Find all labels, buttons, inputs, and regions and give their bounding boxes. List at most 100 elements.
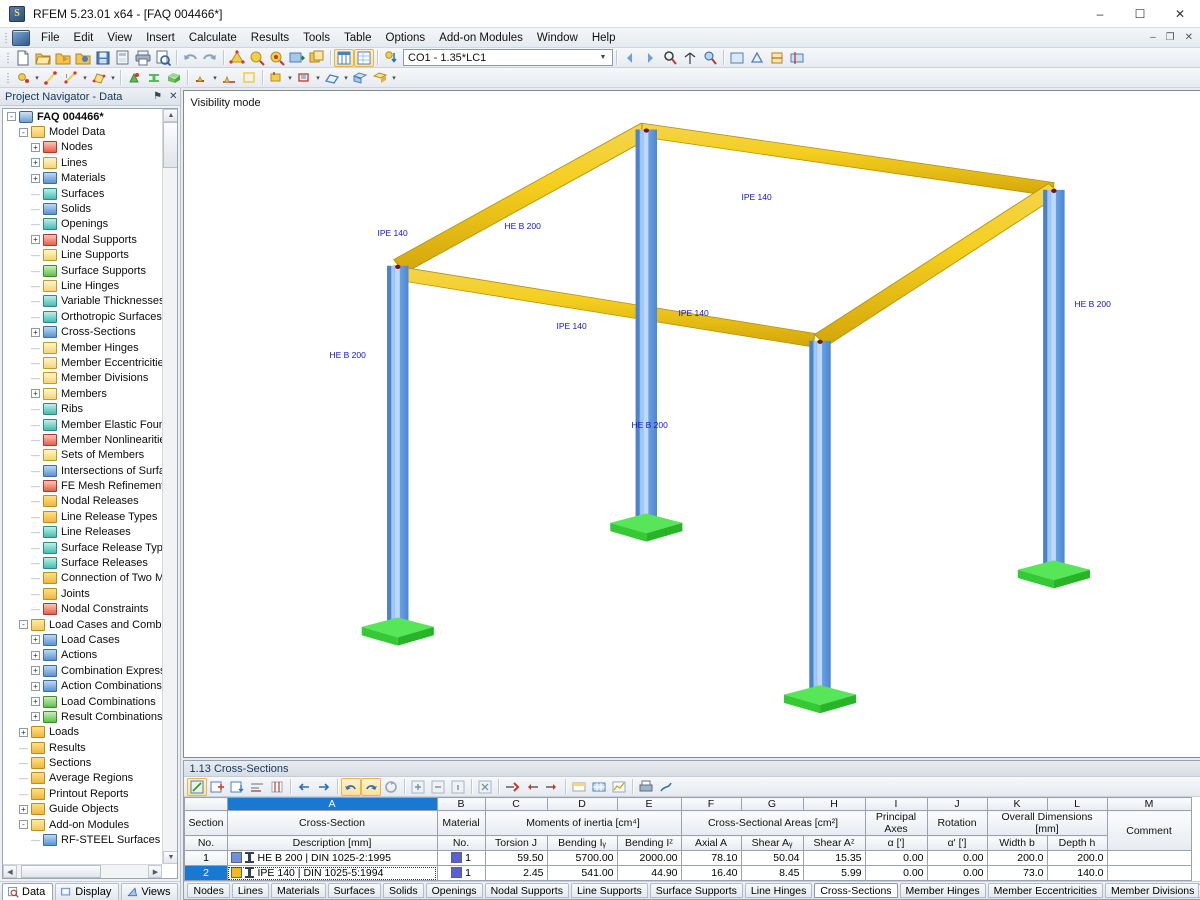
previous-case-icon[interactable] <box>620 49 640 67</box>
tree-item-printout-reports[interactable]: — Printout Reports <box>3 786 162 801</box>
scroll-down-icon[interactable]: ▼ <box>163 851 178 864</box>
tree-item-materials[interactable]: + Materials <box>3 171 162 186</box>
section-icon[interactable] <box>767 49 787 67</box>
column-header-L[interactable]: L <box>1046 797 1108 811</box>
cross-section-icon[interactable] <box>144 69 164 87</box>
cell-description[interactable]: IPE 140 | DIN 1025-5:1994 <box>226 865 438 881</box>
tree-item-surface-supports[interactable]: — Surface Supports <box>3 263 162 278</box>
render-model-icon[interactable] <box>227 49 247 67</box>
sort-icon[interactable] <box>247 778 267 796</box>
column-header-I[interactable]: I <box>864 797 928 811</box>
cell-comment[interactable] <box>1106 865 1192 881</box>
menu-insert[interactable]: Insert <box>139 30 182 46</box>
chevron-down-icon[interactable]: ▾ <box>286 69 294 87</box>
menu-tools[interactable]: Tools <box>296 30 337 46</box>
column-header-H[interactable]: H <box>802 797 866 811</box>
navigator-tree[interactable]: - FAQ 004466* - Model Data + Nodes + Lines + Mate… <box>2 108 179 879</box>
cross-sections-grid[interactable]: A B C D E F G H I J K L M Section Cross-Section Materia… <box>184 797 1200 881</box>
open-file-icon[interactable] <box>33 49 53 67</box>
cell-depth-h[interactable]: 200.0 <box>1046 850 1108 866</box>
tree-expander-icon[interactable]: + <box>31 712 40 722</box>
maximize-button[interactable]: ☐ <box>1120 0 1160 28</box>
table-tab-openings[interactable]: Openings <box>425 883 483 898</box>
column-header-G[interactable]: G <box>740 797 804 811</box>
table-row[interactable]: 2 IPE 140 | DIN 1025-5:1994 1 2.45 541.00 44.… <box>184 865 1192 881</box>
close-button[interactable]: ✕ <box>1160 0 1200 28</box>
tree-item-member-hinges[interactable]: — Member Hinges <box>3 340 162 355</box>
chart-icon[interactable] <box>609 778 629 796</box>
print-preview-icon[interactable] <box>153 49 173 67</box>
tree-item-actions[interactable]: + Actions <box>3 648 162 663</box>
tree-item-fe-mesh-refinements[interactable]: — FE Mesh Refinements <box>3 478 162 493</box>
tree-item-nodal-releases[interactable]: — Nodal Releases <box>3 494 162 509</box>
tree-item-load-cases[interactable]: + Load Cases <box>3 632 162 647</box>
table-tab-surface-supports[interactable]: Surface Supports <box>649 883 743 898</box>
free-load-icon[interactable] <box>350 69 370 87</box>
table-tab-nodes[interactable]: Nodes <box>187 883 230 898</box>
tree-item-surface-release-types[interactable]: — Surface Release Types <box>3 540 162 555</box>
tree-item-loads[interactable]: + Loads <box>3 725 162 740</box>
tree-expander-icon[interactable]: + <box>31 650 40 660</box>
delete-row-icon[interactable] <box>502 778 522 796</box>
structural-model-3d[interactable] <box>184 91 1200 757</box>
move-right-icon[interactable] <box>314 778 334 796</box>
cell-material-no[interactable]: 1 <box>436 865 486 881</box>
scroll-left-icon[interactable]: ◀ <box>3 865 17 878</box>
surface-icon[interactable] <box>89 69 109 87</box>
tree-item-surfaces[interactable]: — Surfaces <box>3 186 162 201</box>
menu-file[interactable]: File <box>34 30 67 46</box>
tree-item-model-data[interactable]: - Model Data <box>3 124 162 139</box>
print-table-icon[interactable] <box>636 778 656 796</box>
solid-icon[interactable] <box>164 69 184 87</box>
tree-item-sections[interactable]: — Sections <box>3 755 162 770</box>
tree-item-nodal-supports[interactable]: + Nodal Supports <box>3 232 162 247</box>
column-header-E[interactable]: E <box>616 797 682 811</box>
tree-expander-icon[interactable]: + <box>19 804 28 814</box>
wireframe-icon[interactable] <box>747 49 767 67</box>
tree-item-line-release-types[interactable]: — Line Release Types <box>3 509 162 524</box>
tree-item-load-cases-and-combinations[interactable]: - Load Cases and Combinations <box>3 617 162 632</box>
info-icon[interactable] <box>448 778 468 796</box>
column-header-F[interactable]: F <box>680 797 742 811</box>
menu-calculate[interactable]: Calculate <box>182 30 244 46</box>
member-icon[interactable]: I <box>61 69 81 87</box>
tree-item-surface-releases[interactable]: — Surface Releases <box>3 555 162 570</box>
tree-expander-icon[interactable]: + <box>31 173 40 183</box>
tree-expander-icon[interactable]: + <box>31 666 40 676</box>
chevron-down-icon[interactable]: ▾ <box>33 69 41 87</box>
tree-item-sets-of-members[interactable]: — Sets of Members <box>3 448 162 463</box>
save-all-icon[interactable] <box>113 49 133 67</box>
move-left-icon[interactable] <box>294 778 314 796</box>
cell-axial-a[interactable]: 78.10 <box>680 850 742 866</box>
load-case-combo[interactable]: CO1 - 1.35*LC1 ▼ <box>403 49 613 66</box>
navigator-horizontal-scrollbar[interactable]: ◀ ▶ <box>3 864 163 878</box>
scroll-right-icon[interactable]: ▶ <box>148 865 163 878</box>
shift-right-icon[interactable] <box>542 778 562 796</box>
undo-icon[interactable] <box>180 49 200 67</box>
table-tab-line-hinges[interactable]: Line Hinges <box>744 883 813 898</box>
cell-shear-az[interactable]: 15.35 <box>802 850 866 866</box>
mdi-minimize-button[interactable]: – <box>1147 32 1159 43</box>
cell-bending-iy[interactable]: 5700.00 <box>546 850 618 866</box>
navigator-hscroll-thumb[interactable] <box>21 865 101 878</box>
tree-item-ribs[interactable]: — Ribs <box>3 401 162 416</box>
view-previous-icon[interactable] <box>287 49 307 67</box>
tree-item-results[interactable]: — Results <box>3 740 162 755</box>
insert-row-icon[interactable] <box>207 778 227 796</box>
line-icon[interactable] <box>41 69 61 87</box>
surface-load-icon[interactable] <box>322 69 342 87</box>
material-icon[interactable] <box>124 69 144 87</box>
cell-shear-ay[interactable]: 8.45 <box>740 865 804 881</box>
tree-expander-icon[interactable]: + <box>31 235 40 245</box>
tree-expander-icon[interactable]: + <box>31 635 40 645</box>
column-header-K[interactable]: K <box>986 797 1048 811</box>
navigator-vertical-scrollbar[interactable]: ▲ ▼ <box>162 109 178 864</box>
menu-table[interactable]: Table <box>337 30 379 46</box>
cell-alpha[interactable]: 0.00 <box>864 850 928 866</box>
cell-description[interactable]: HE B 200 | DIN 1025-2:1995 <box>226 850 438 866</box>
chevron-down-icon[interactable]: ▾ <box>342 69 350 87</box>
table-tab-member-hinges[interactable]: Member Hinges <box>899 883 986 898</box>
tree-item-member-nonlinearities[interactable]: — Member Nonlinearities <box>3 432 162 447</box>
cell-bending-iz[interactable]: 2000.00 <box>616 850 682 866</box>
new-file-icon[interactable] <box>13 49 33 67</box>
